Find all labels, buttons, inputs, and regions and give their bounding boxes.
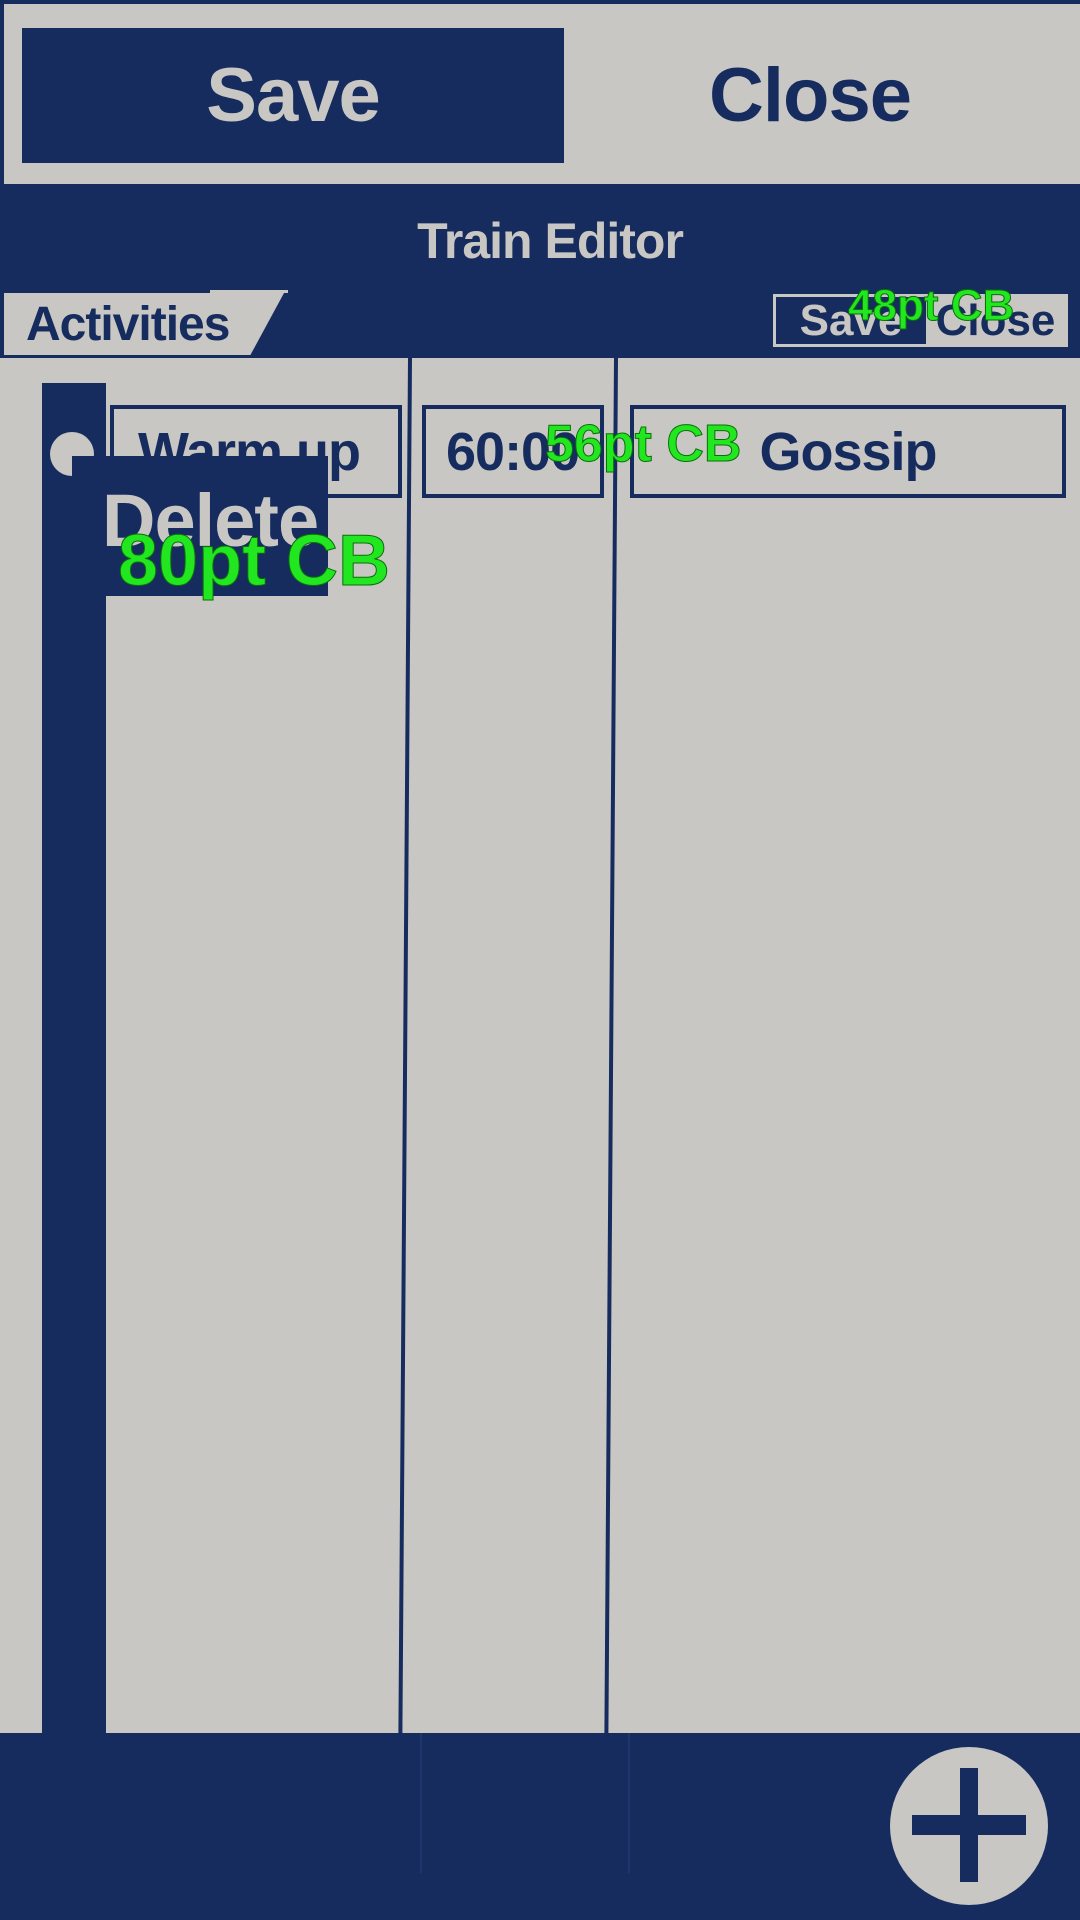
- top-bar-edge: [0, 0, 4, 184]
- size-annotation-48: 48pt CB: [847, 281, 1015, 330]
- close-button[interactable]: Close: [580, 28, 1040, 163]
- bottom-divider: [628, 1733, 630, 1873]
- column-divider: [398, 358, 412, 1733]
- save-button[interactable]: Save: [22, 28, 564, 163]
- size-annotation-80: 80pt CB: [117, 521, 391, 601]
- tab-activities[interactable]: Activities: [4, 293, 284, 355]
- plus-icon: [960, 1768, 978, 1882]
- bottom-divider: [420, 1733, 422, 1873]
- size-annotation-56: 56pt CB: [544, 415, 742, 473]
- column-divider: [604, 358, 618, 1733]
- page-title: Train Editor: [417, 213, 684, 269]
- tab-underline: [210, 290, 288, 293]
